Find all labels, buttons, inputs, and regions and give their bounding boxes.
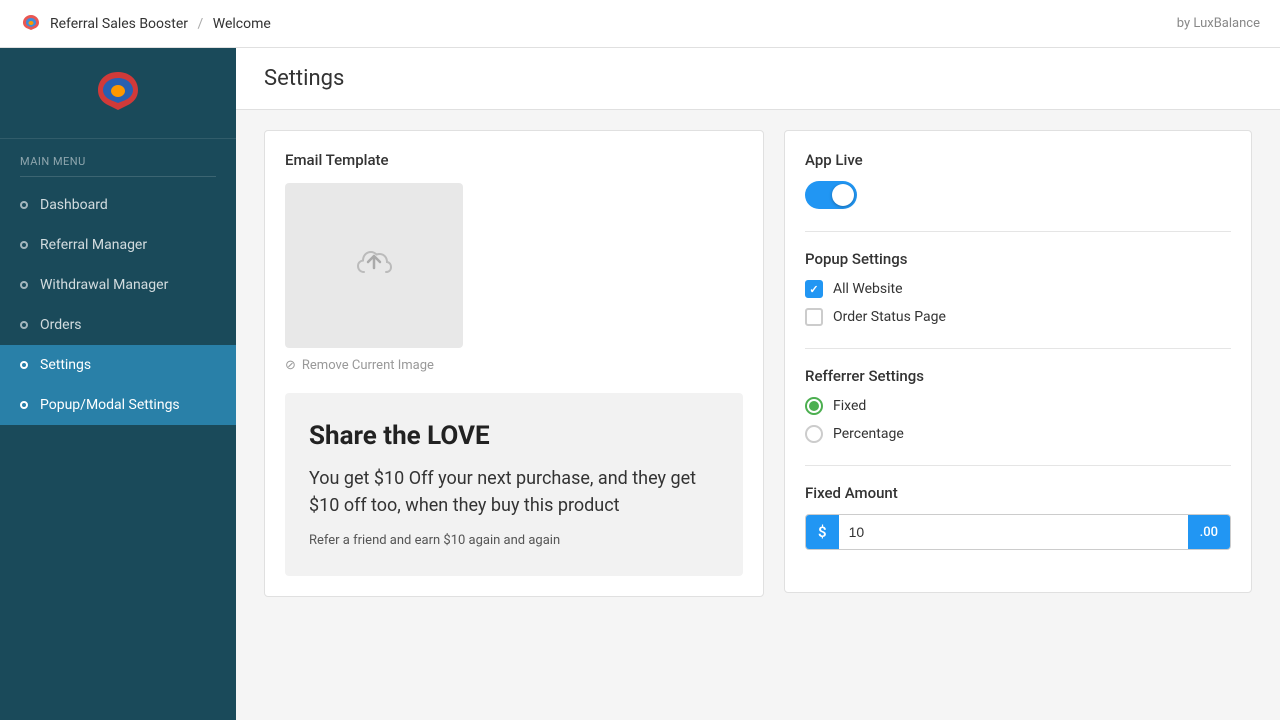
content: Settings Email Template ⊘ Remo xyxy=(236,48,1280,720)
radio-inner-fixed xyxy=(809,401,819,411)
popup-settings-label: Popup Settings xyxy=(805,250,1231,268)
email-preview-card: Share the LOVE You get $10 Off your next… xyxy=(285,393,743,576)
amount-suffix: .00 xyxy=(1188,515,1230,549)
sidebar-item-dot xyxy=(20,241,28,249)
content-header: Settings xyxy=(236,48,1280,110)
sidebar-item-dot xyxy=(20,281,28,289)
check-icon: ✓ xyxy=(809,283,818,296)
topbar-breadcrumb: Referral Sales Booster / Welcome xyxy=(50,16,271,32)
remove-image-button[interactable]: ⊘ Remove Current Image xyxy=(285,358,743,373)
radio-label-percentage: Percentage xyxy=(833,426,904,442)
sidebar-item-label: Withdrawal Manager xyxy=(40,277,168,293)
sidebar-logo xyxy=(93,68,143,118)
amount-input-field[interactable] xyxy=(839,515,1188,549)
topbar-left: Referral Sales Booster / Welcome xyxy=(20,13,271,35)
email-preview-body: You get $10 Off your next purchase, and … xyxy=(309,465,719,519)
sidebar-divider xyxy=(20,176,216,177)
app-live-toggle[interactable] xyxy=(805,181,857,209)
left-panel: Email Template ⊘ Remove Current Image xyxy=(264,130,764,597)
checkbox-all-website[interactable]: ✓ xyxy=(805,280,823,298)
content-body: Email Template ⊘ Remove Current Image xyxy=(236,110,1280,617)
radio-percentage[interactable] xyxy=(805,425,823,443)
email-preview-title: Share the LOVE xyxy=(309,421,719,451)
remove-icon: ⊘ xyxy=(285,358,296,373)
amount-prefix: $ xyxy=(806,515,839,549)
sidebar-item-popup-modal-settings[interactable]: Popup/Modal Settings xyxy=(0,385,236,425)
sidebar-item-dot xyxy=(20,201,28,209)
fixed-amount-section: Fixed Amount $ .00 xyxy=(805,484,1231,550)
sidebar-section-label: Main Menu xyxy=(0,139,236,176)
radio-fixed[interactable] xyxy=(805,397,823,415)
radio-row-percentage: Percentage xyxy=(805,425,1231,443)
sidebar-item-dot xyxy=(20,361,28,369)
sidebar-item-referral-manager[interactable]: Referral Manager xyxy=(0,225,236,265)
amount-input-row: $ .00 xyxy=(805,514,1231,550)
app-live-label: App Live xyxy=(805,151,1231,169)
checkbox-order-status[interactable] xyxy=(805,308,823,326)
divider-3 xyxy=(805,465,1231,466)
checkbox-label-order-status: Order Status Page xyxy=(833,309,946,325)
referrer-settings-label: Refferrer Settings xyxy=(805,367,1231,385)
remove-image-label: Remove Current Image xyxy=(302,358,434,373)
divider-2 xyxy=(805,348,1231,349)
upload-icon xyxy=(354,242,394,290)
sidebar-item-label: Popup/Modal Settings xyxy=(40,397,180,413)
sidebar-item-withdrawal-manager[interactable]: Withdrawal Manager xyxy=(0,265,236,305)
sidebar-item-label: Referral Manager xyxy=(40,237,147,253)
email-template-title: Email Template xyxy=(285,151,743,169)
checkbox-label-all-website: All Website xyxy=(833,281,903,297)
right-panel: App Live Popup Settings ✓ All Website xyxy=(784,130,1252,593)
sidebar-logo-area xyxy=(0,48,236,139)
app-live-section: App Live xyxy=(805,151,1231,209)
main-layout: Main Menu Dashboard Referral Manager Wit… xyxy=(0,48,1280,720)
image-upload-area[interactable] xyxy=(285,183,463,348)
sidebar-item-orders[interactable]: Orders xyxy=(0,305,236,345)
radio-row-fixed: Fixed xyxy=(805,397,1231,415)
sidebar-item-label: Orders xyxy=(40,317,82,333)
sidebar-item-dot xyxy=(20,321,28,329)
sidebar-item-settings[interactable]: Settings xyxy=(0,345,236,385)
checkbox-row-order-status: Order Status Page xyxy=(805,308,1231,326)
sidebar-item-dot xyxy=(20,401,28,409)
referrer-settings-section: Refferrer Settings Fixed Percentage xyxy=(805,367,1231,443)
sidebar-item-label: Settings xyxy=(40,357,91,373)
email-preview-footer: Refer a friend and earn $10 again and ag… xyxy=(309,533,719,548)
radio-label-fixed: Fixed xyxy=(833,398,866,414)
sidebar: Main Menu Dashboard Referral Manager Wit… xyxy=(0,48,236,720)
topbar-by-label: by LuxBalance xyxy=(1177,16,1260,31)
fixed-amount-label: Fixed Amount xyxy=(805,484,1231,502)
divider-1 xyxy=(805,231,1231,232)
sidebar-item-dashboard[interactable]: Dashboard xyxy=(0,185,236,225)
topbar-logo-icon xyxy=(20,13,42,35)
sidebar-item-label: Dashboard xyxy=(40,197,108,213)
popup-settings-section: Popup Settings ✓ All Website Order Statu… xyxy=(805,250,1231,326)
page-title: Settings xyxy=(264,66,1252,91)
toggle-thumb xyxy=(832,184,854,206)
checkbox-row-all-website: ✓ All Website xyxy=(805,280,1231,298)
topbar: Referral Sales Booster / Welcome by LuxB… xyxy=(0,0,1280,48)
